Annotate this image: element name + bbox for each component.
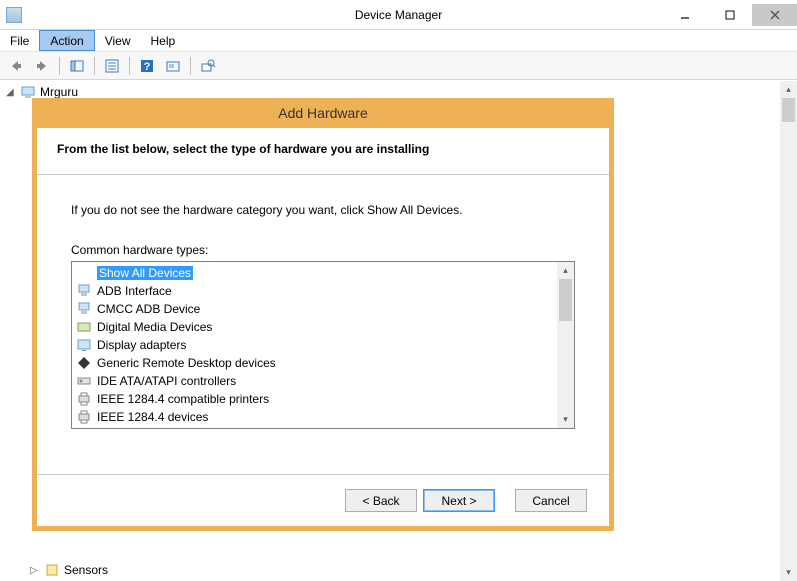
menu-action[interactable]: Action <box>39 30 94 51</box>
ide-controller-icon <box>76 373 92 389</box>
hardware-item[interactable]: ADB Interface <box>72 282 557 300</box>
hardware-item-label: IEEE 1284.4 compatible printers <box>97 392 269 406</box>
show-hide-tree-icon[interactable] <box>65 55 89 77</box>
blank-icon <box>76 265 92 281</box>
add-hardware-wizard: Add Hardware From the list below, select… <box>32 98 614 531</box>
next-button[interactable]: Next > <box>423 489 495 512</box>
scroll-thumb[interactable] <box>559 279 572 321</box>
toolbar-separator <box>59 57 60 75</box>
toolbar-separator <box>190 57 191 75</box>
scroll-down-icon[interactable]: ▾ <box>780 564 797 581</box>
properties-icon[interactable] <box>100 55 124 77</box>
sensors-icon <box>44 562 60 578</box>
back-arrow-icon[interactable] <box>4 55 28 77</box>
wizard-header: From the list below, select the type of … <box>37 128 609 175</box>
cancel-button[interactable]: Cancel <box>515 489 587 512</box>
menu-view[interactable]: View <box>95 30 141 51</box>
hardware-item-show-all[interactable]: Show All Devices <box>72 264 557 282</box>
hardware-item[interactable]: Digital Media Devices <box>72 318 557 336</box>
back-button[interactable]: < Back <box>345 489 417 512</box>
hardware-item-label: IDE ATA/ATAPI controllers <box>97 374 236 388</box>
close-button[interactable] <box>752 4 797 26</box>
expand-arrow-icon[interactable]: ▷ <box>30 565 40 576</box>
toolbar-separator <box>94 57 95 75</box>
hardware-item[interactable]: Display adapters <box>72 336 557 354</box>
hardware-item-label: CMCC ADB Device <box>97 302 200 316</box>
hardware-item-label: Digital Media Devices <box>97 320 212 334</box>
scroll-up-icon[interactable]: ▴ <box>557 262 574 279</box>
toolbar-separator <box>129 57 130 75</box>
list-scrollbar[interactable]: ▴ ▾ <box>557 262 574 428</box>
scroll-up-icon[interactable]: ▴ <box>780 81 797 98</box>
hardware-item[interactable]: IEEE 1284.4 compatible printers <box>72 390 557 408</box>
hardware-list-label: Common hardware types: <box>71 243 575 257</box>
app-icon <box>6 7 22 23</box>
scroll-down-icon[interactable]: ▾ <box>557 411 574 428</box>
hardware-item-label: ADB Interface <box>97 284 172 298</box>
hardware-item[interactable]: Generic Remote Desktop devices <box>72 354 557 372</box>
help-icon[interactable]: ? <box>135 55 159 77</box>
wizard-footer: < Back Next > Cancel <box>37 474 609 526</box>
adb-device-icon <box>76 301 92 317</box>
tree-root-label: Mrguru <box>40 85 78 99</box>
hardware-item[interactable]: CMCC ADB Device <box>72 300 557 318</box>
hardware-item[interactable]: IDE ATA/ATAPI controllers <box>72 372 557 390</box>
printer-icon <box>76 409 92 425</box>
wizard-heading: From the list below, select the type of … <box>57 142 589 156</box>
title-bar: Device Manager <box>0 0 797 30</box>
remote-desktop-icon <box>76 355 92 371</box>
window-title: Device Manager <box>355 8 442 22</box>
hardware-list[interactable]: Show All Devices ADB Interface CMCC ADB … <box>71 261 575 429</box>
hardware-item-label: Show All Devices <box>97 266 193 280</box>
maximize-button[interactable] <box>707 4 752 26</box>
minimize-button[interactable] <box>662 4 707 26</box>
menu-help[interactable]: Help <box>141 30 186 51</box>
window-buttons <box>662 4 797 26</box>
hardware-item-label: Generic Remote Desktop devices <box>97 356 276 370</box>
hardware-item-label: IEEE 1284.4 devices <box>97 410 208 424</box>
hardware-item[interactable]: IEEE 1284.4 devices <box>72 408 557 426</box>
wizard-title: Add Hardware <box>32 98 614 128</box>
wizard-note: If you do not see the hardware category … <box>71 203 575 217</box>
tree-item-sensors[interactable]: ▷ Sensors <box>0 561 780 579</box>
add-legacy-hardware-icon[interactable] <box>196 55 220 77</box>
adb-icon <box>76 283 92 299</box>
scan-hardware-icon[interactable] <box>161 55 185 77</box>
hardware-item-label: Display adapters <box>97 338 186 352</box>
scroll-thumb[interactable] <box>782 98 795 122</box>
vertical-scrollbar[interactable]: ▴ ▾ <box>780 81 797 581</box>
printer-icon <box>76 391 92 407</box>
display-adapter-icon <box>76 337 92 353</box>
wizard-body: If you do not see the hardware category … <box>37 175 609 429</box>
svg-text:?: ? <box>144 61 151 73</box>
tree-item-label: Sensors <box>64 563 108 577</box>
toolbar: ? <box>0 52 797 80</box>
forward-arrow-icon[interactable] <box>30 55 54 77</box>
menu-file[interactable]: File <box>0 30 39 51</box>
media-device-icon <box>76 319 92 335</box>
expand-arrow-icon[interactable]: ◢ <box>6 87 16 98</box>
menu-bar: File Action View Help <box>0 30 797 52</box>
